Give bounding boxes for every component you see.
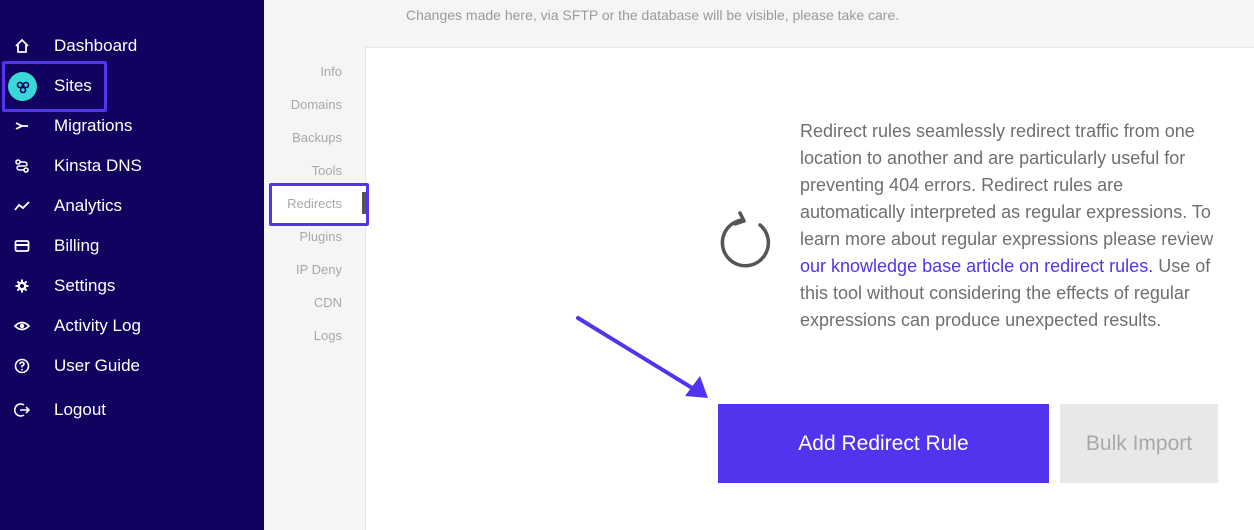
logout-icon bbox=[12, 400, 32, 420]
help-icon bbox=[12, 356, 32, 376]
sidebar-item-analytics[interactable]: Analytics bbox=[0, 186, 264, 226]
redirect-description: Redirect rules seamlessly redirect traff… bbox=[800, 118, 1230, 334]
migrations-icon bbox=[12, 116, 32, 136]
subnav-item-domains[interactable]: Domains bbox=[291, 97, 342, 112]
active-indicator bbox=[362, 192, 366, 214]
warning-notice: Changes made here, via SFTP or the datab… bbox=[406, 7, 900, 23]
sidebar-item-activity-log[interactable]: Activity Log bbox=[0, 306, 264, 346]
sidebar-item-settings[interactable]: Settings bbox=[0, 266, 264, 306]
sidebar-item-label: Analytics bbox=[54, 196, 123, 215]
subnav-item-logs[interactable]: Logs bbox=[314, 328, 342, 343]
sidebar-item-label: Migrations bbox=[54, 116, 133, 135]
eye-icon bbox=[12, 316, 32, 336]
home-icon bbox=[12, 36, 32, 56]
billing-icon bbox=[12, 236, 32, 256]
sidebar-item-label: Dashboard bbox=[54, 36, 138, 55]
subnav-item-tools[interactable]: Tools bbox=[312, 163, 342, 178]
sidebar-item-label: Billing bbox=[54, 236, 100, 255]
add-redirect-rule-button[interactable]: Add Redirect Rule bbox=[718, 404, 1049, 483]
subnav-item-cdn[interactable]: CDN bbox=[314, 295, 342, 310]
sidebar-item-sites[interactable]: Sites bbox=[0, 66, 264, 106]
bulk-import-button[interactable]: Bulk Import bbox=[1060, 404, 1218, 483]
refresh-icon bbox=[720, 211, 771, 268]
sidebar-item-label: User Guide bbox=[54, 356, 140, 375]
sidebar-item-kinsta-dns[interactable]: Kinsta DNS bbox=[0, 146, 264, 186]
dns-icon bbox=[12, 156, 32, 176]
sidebar-item-user-guide[interactable]: User Guide bbox=[0, 346, 264, 386]
sidebar: Dashboard Sites Migrations Kinsta DNS An… bbox=[0, 0, 264, 530]
subnav-item-ip-deny[interactable]: IP Deny bbox=[296, 262, 342, 277]
description-text: Redirect rules seamlessly redirect traff… bbox=[800, 121, 1214, 249]
annotation-arrow-icon bbox=[576, 316, 708, 398]
subnav-item-backups[interactable]: Backups bbox=[292, 130, 342, 145]
analytics-icon bbox=[12, 196, 32, 216]
subnav-item-plugins[interactable]: Plugins bbox=[299, 229, 342, 244]
sidebar-item-label: Sites bbox=[54, 76, 92, 95]
sidebar-item-label: Kinsta DNS bbox=[54, 156, 142, 175]
sidebar-item-dashboard[interactable]: Dashboard bbox=[0, 26, 264, 66]
sidebar-item-logout[interactable]: Logout bbox=[0, 390, 264, 430]
subnav-item-info[interactable]: Info bbox=[320, 64, 342, 79]
sidebar-item-label: Activity Log bbox=[54, 316, 141, 335]
subnav-item-redirects[interactable]: Redirects bbox=[287, 196, 342, 211]
knowledge-base-link[interactable]: our knowledge base article on redirect r… bbox=[800, 256, 1153, 276]
sidebar-item-billing[interactable]: Billing bbox=[0, 226, 264, 266]
sidebar-item-label: Logout bbox=[54, 400, 106, 419]
gear-icon bbox=[12, 276, 32, 296]
sidebar-item-label: Settings bbox=[54, 276, 116, 295]
sidebar-item-migrations[interactable]: Migrations bbox=[0, 106, 264, 146]
